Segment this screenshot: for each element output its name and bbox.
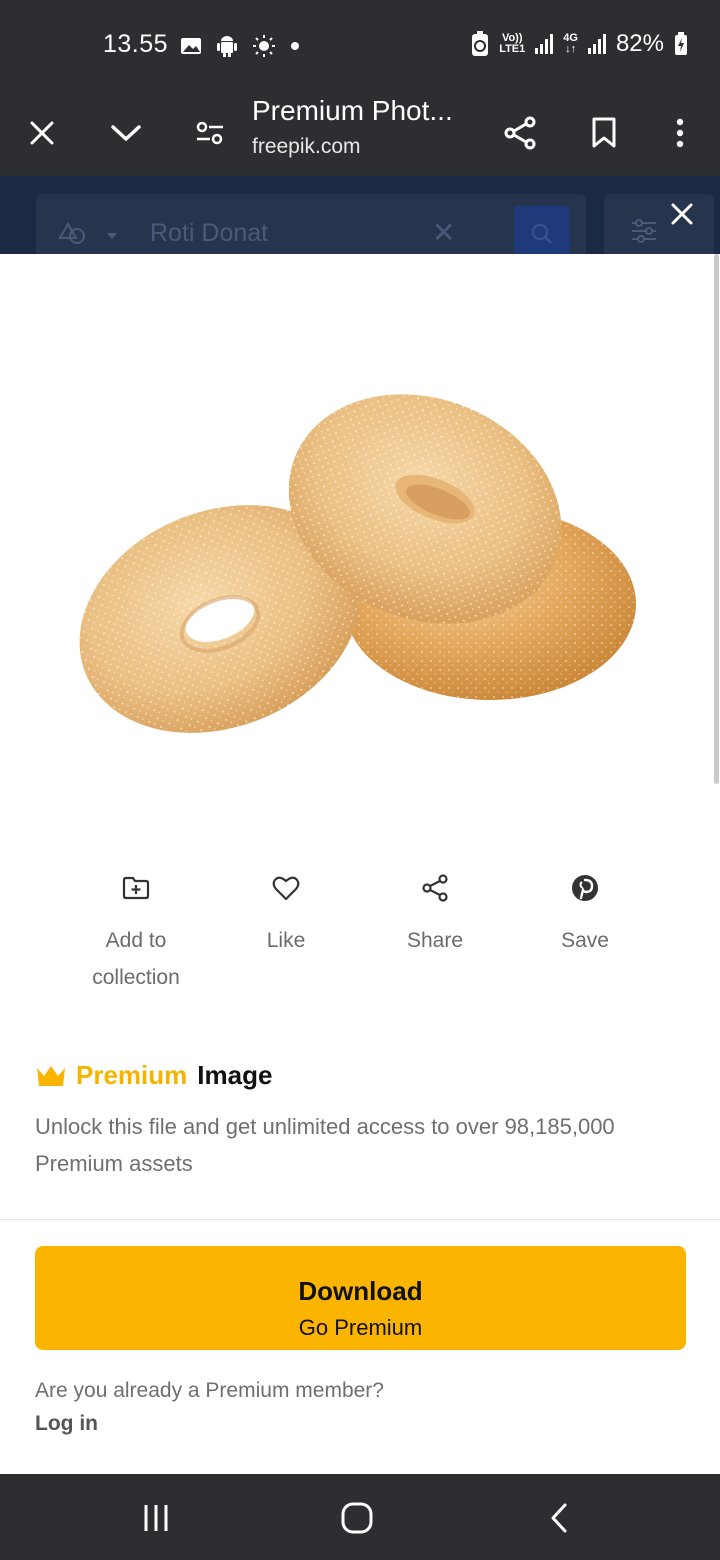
pinterest-icon (572, 875, 598, 901)
image-type-label: Image (197, 1060, 273, 1090)
modal-close-button[interactable] (664, 196, 700, 232)
shapes-icon (58, 222, 85, 244)
chevron-down-icon (111, 125, 141, 141)
recycle-icon (472, 31, 489, 56)
browser-toolbar: Premium Phot... freepik.com (0, 90, 720, 176)
more-options-button[interactable] (655, 108, 705, 158)
brightness-icon (253, 35, 275, 57)
go-premium-label: Go Premium (298, 1315, 423, 1340)
system-icons: Vo)) LTE1 4G ↓↑ 82% (471, 30, 688, 58)
home-button[interactable] (327, 1494, 387, 1542)
page-url: freepik.com (252, 135, 361, 158)
signal-icon (535, 34, 554, 54)
filter-icon (632, 219, 656, 243)
premium-label: Premium (76, 1060, 188, 1090)
background-search-bar: Roti Donat ✕ (0, 176, 720, 254)
caret-down-icon (107, 233, 117, 239)
dot-icon (291, 42, 299, 50)
status-bar: 13.55 Vo)) LTE1 4G ↓↑ 82% (0, 0, 720, 90)
premium-description: Unlock this file and get unlimited acces… (35, 1114, 615, 1176)
bookmark-icon (592, 117, 616, 148)
network-indicator: 4G ↓↑ (563, 32, 578, 55)
minimize-button[interactable] (101, 108, 151, 158)
battery-charging-icon (675, 32, 687, 55)
volte-indicator: Vo)) LTE1 (499, 32, 526, 55)
add-to-collection-button[interactable]: Add to collection (61, 872, 211, 996)
status-time: 13.55 (103, 30, 169, 58)
scrollbar[interactable] (714, 254, 719, 784)
more-vertical-icon (676, 118, 684, 148)
member-question: Are you already a Premium member? (35, 1379, 384, 1402)
like-button[interactable]: Like (211, 872, 361, 959)
gallery-icon (181, 38, 201, 54)
action-row: Add to collection Like Share Save (0, 872, 720, 1012)
close-icon (30, 121, 54, 145)
background-clear-icon: ✕ (432, 217, 456, 248)
recent-apps-icon (144, 1505, 168, 1531)
divider (0, 1219, 720, 1220)
back-chevron-icon (551, 1503, 567, 1533)
image-detail-modal: Add to collection Like Share Save Premiu… (0, 254, 720, 1474)
heart-icon (272, 876, 300, 901)
recent-apps-button[interactable] (126, 1494, 186, 1542)
android-icon (217, 36, 237, 57)
tune-icon (196, 121, 223, 145)
share-icon (422, 874, 448, 902)
page-title: Premium Phot... (252, 95, 453, 126)
premium-heading: Premium Image (36, 1060, 272, 1091)
background-search-button (514, 206, 570, 254)
share-button[interactable]: Share (360, 872, 510, 959)
background-search-field (36, 194, 586, 254)
background-search-text: Roti Donat (150, 219, 269, 247)
back-button[interactable] (529, 1494, 589, 1542)
signal-icon-2 (587, 34, 606, 54)
share-page-button[interactable] (495, 108, 545, 158)
battery-percent: 82% (615, 30, 664, 57)
crown-icon (37, 1065, 65, 1086)
site-settings-button[interactable] (185, 108, 235, 158)
notification-icons (180, 34, 300, 58)
search-icon (532, 224, 552, 244)
download-button[interactable]: Download Go Premium (35, 1246, 686, 1350)
share-icon (504, 116, 536, 150)
donuts-photo (79, 394, 636, 733)
close-icon (671, 203, 693, 225)
add-to-folder-icon (122, 876, 150, 900)
save-pinterest-button[interactable]: Save (510, 872, 660, 959)
bookmark-button[interactable] (579, 108, 629, 158)
download-label: Download (298, 1276, 423, 1306)
system-navigation-bar (0, 1476, 720, 1560)
home-icon (341, 1502, 373, 1534)
login-link[interactable]: Log in (35, 1412, 98, 1436)
close-tab-button[interactable] (17, 108, 67, 158)
